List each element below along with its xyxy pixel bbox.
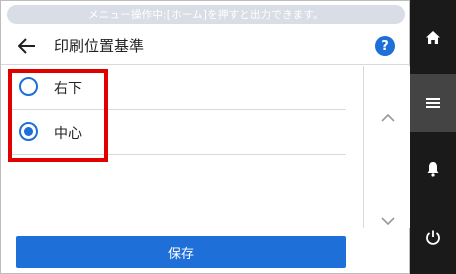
menu-button[interactable]: [410, 74, 456, 132]
scroll-down-button[interactable]: [374, 209, 402, 233]
option-label: 右下: [54, 81, 82, 97]
scroll-panel: [363, 66, 411, 228]
power-icon: [426, 230, 440, 245]
help-circle-icon: ?: [381, 38, 389, 54]
option-label: 中心: [54, 126, 82, 142]
option-bottom-right[interactable]: 右下: [9, 66, 346, 110]
footer: 保存: [1, 228, 363, 274]
page-title: 印刷位置基準: [54, 37, 145, 55]
chevron-down-icon: [381, 217, 395, 226]
power-button[interactable]: [410, 208, 456, 266]
help-button[interactable]: ?: [375, 36, 395, 56]
system-rail: [410, 0, 456, 274]
option-center[interactable]: 中心: [9, 111, 346, 155]
chevron-up-icon: [381, 113, 395, 122]
back-button[interactable]: [15, 35, 39, 57]
menu-icon: [426, 98, 440, 108]
banner-text: メニュー操作中:[ホーム]を押すと出力できます。: [88, 9, 324, 21]
bell-icon: [427, 162, 439, 177]
home-icon: [426, 30, 440, 44]
save-button[interactable]: 保存: [16, 236, 346, 268]
scroll-up-button[interactable]: [374, 106, 402, 130]
notification-button[interactable]: [410, 140, 456, 198]
status-banner: メニュー操作中:[ホーム]を押すと出力できます。: [7, 5, 405, 24]
header: 印刷位置基準 ?: [1, 25, 411, 65]
arrow-left-icon: [18, 38, 35, 54]
radio-button-selected[interactable]: [19, 122, 38, 141]
option-list: 右下 中心: [1, 66, 363, 228]
radio-button[interactable]: [19, 77, 38, 96]
screen: メニュー操作中:[ホーム]を押すと出力できます。 印刷位置基準 ? 右下 中心: [0, 0, 411, 274]
home-button[interactable]: [410, 8, 456, 66]
